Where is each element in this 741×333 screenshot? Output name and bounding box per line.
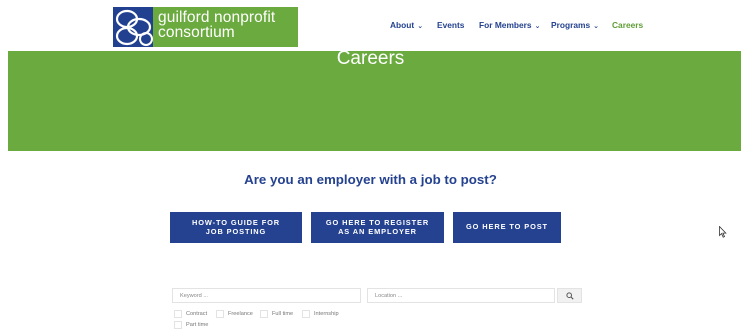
- nav-item-label: For Members: [479, 20, 532, 30]
- filter-freelance[interactable]: Freelance: [216, 310, 253, 318]
- nav-item-label: About: [390, 20, 415, 30]
- checkbox[interactable]: [216, 310, 224, 318]
- site-header: guilford nonprofit consortium About ⌄ Eve…: [0, 0, 741, 51]
- logo-line-1: guilford nonprofit: [158, 9, 276, 26]
- nav-item-label: Events: [437, 20, 465, 30]
- page-title: Careers: [336, 48, 405, 69]
- checkbox[interactable]: [174, 321, 182, 329]
- search-icon: [565, 291, 574, 300]
- post-job-button[interactable]: GO HERE TO POST: [453, 212, 561, 243]
- nav-item-label: Programs: [551, 20, 591, 30]
- employer-question: Are you an employer with a job to post?: [244, 172, 497, 187]
- chevron-down-icon: ⌄: [534, 23, 541, 30]
- search-button[interactable]: [557, 288, 582, 303]
- location-input[interactable]: Location ...: [367, 288, 555, 303]
- filter-contract[interactable]: Contract: [174, 310, 207, 318]
- nav-item-events[interactable]: Events: [437, 20, 464, 30]
- how-to-guide-button[interactable]: HOW-TO GUIDE FOR JOB POSTING: [170, 212, 302, 243]
- logo-rings-icon: [113, 7, 153, 47]
- logo-line-2: consortium: [158, 24, 235, 41]
- filter-label: Internship: [314, 311, 339, 317]
- nav-item-about[interactable]: About ⌄: [390, 20, 423, 30]
- site-logo[interactable]: guilford nonprofit consortium: [113, 7, 298, 47]
- chevron-down-icon: ⌄: [417, 23, 424, 30]
- keyword-input[interactable]: Keyword ...: [172, 288, 361, 303]
- checkbox[interactable]: [174, 310, 182, 318]
- nav-item-label: Careers: [612, 20, 644, 30]
- nav-item-careers[interactable]: Careers: [612, 20, 643, 30]
- filter-label: Contract: [186, 311, 208, 317]
- filter-internship[interactable]: Internship: [302, 310, 339, 318]
- filter-label: Freelance: [228, 311, 253, 317]
- filter-full-time[interactable]: Full time: [260, 310, 293, 318]
- filter-label: Part time: [186, 322, 209, 328]
- register-employer-button[interactable]: GO HERE TO REGISTER AS AN EMPLOYER: [311, 212, 444, 243]
- filter-label: Full time: [272, 311, 294, 317]
- mouse-cursor-icon: [719, 225, 727, 238]
- checkbox[interactable]: [302, 310, 310, 318]
- logo-text: guilford nonprofit consortium: [153, 7, 298, 47]
- filter-part-time[interactable]: Part time: [174, 321, 208, 329]
- chevron-down-icon: ⌄: [593, 23, 599, 30]
- nav-item-for-members[interactable]: For Members ⌄: [479, 20, 540, 30]
- nav-item-programs[interactable]: Programs ⌄: [551, 20, 599, 30]
- checkbox[interactable]: [260, 310, 268, 318]
